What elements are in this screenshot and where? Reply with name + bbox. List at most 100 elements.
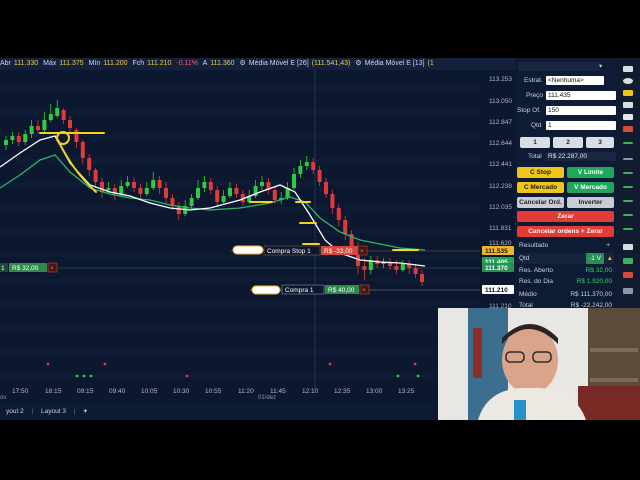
- min-label: Mín: [88, 60, 101, 67]
- channel-tool-icon[interactable]: [623, 214, 633, 216]
- a-value: 111.360: [210, 60, 235, 67]
- ma-icon[interactable]: ⚙: [239, 60, 245, 67]
- buy-market-button[interactable]: C Mercado: [517, 182, 564, 193]
- letter-a-icon[interactable]: [623, 114, 633, 120]
- candle-body: [413, 268, 418, 274]
- open-result-label: Res. Aberto: [519, 267, 553, 274]
- window-icon[interactable]: [623, 66, 633, 72]
- qty-input[interactable]: 1: [546, 121, 616, 130]
- add-layout-button[interactable]: +: [77, 403, 93, 420]
- ma-icon[interactable]: ⚙: [355, 60, 361, 67]
- candle-body: [157, 180, 162, 188]
- candle-body: [87, 158, 92, 170]
- candle-body: [176, 206, 181, 214]
- candle-body: [208, 182, 213, 190]
- qty-label: Qtd: [531, 122, 542, 129]
- buy-stop-button[interactable]: C Stop: [517, 167, 564, 178]
- price-axis: 113.253 113.050 112.847 112.644 112.441 …: [489, 76, 512, 310]
- chevron-down-icon[interactable]: ▾: [599, 61, 602, 72]
- total-value: R$ 22.287,00: [546, 152, 616, 161]
- price-tick: 112.847: [489, 119, 512, 126]
- ma13-label[interactable]: Média Móvel E [13]: [365, 60, 425, 67]
- clock-icon[interactable]: [623, 78, 633, 84]
- date-label: 01/dez: [258, 395, 277, 401]
- price-input[interactable]: 111.435: [546, 91, 616, 100]
- price-label: Preço: [526, 92, 543, 99]
- qty-2-button[interactable]: 2: [553, 137, 583, 148]
- ma26-label[interactable]: Média Móvel E [26]: [249, 60, 309, 67]
- a-label: A: [202, 60, 208, 67]
- text-tool-icon[interactable]: [623, 244, 633, 250]
- tab-separator: |: [73, 408, 76, 415]
- time-tick: 12:35: [334, 388, 351, 395]
- vline-tool-icon[interactable]: [623, 200, 633, 202]
- cancel-orders-button[interactable]: Cancelar Ord.: [517, 197, 564, 208]
- strategy-select[interactable]: <Nenhuma>: [546, 76, 604, 85]
- candle-body: [215, 190, 220, 202]
- asset-selector[interactable]: ▾: [517, 61, 614, 72]
- zerar-button[interactable]: Zerar: [517, 211, 614, 222]
- fibonacci-tool-icon[interactable]: [623, 228, 633, 230]
- candle-body: [292, 174, 296, 188]
- sell-limit-button[interactable]: V Limite: [567, 167, 614, 178]
- price-tick: 112.441: [489, 161, 512, 168]
- buy-order-label: Compra 1: [285, 287, 314, 294]
- current-price-tag: 111.370: [485, 265, 508, 272]
- stop-offset-input[interactable]: 150: [546, 106, 616, 115]
- day-result-value: R$ 1.920,00: [576, 278, 612, 285]
- price-tick: 113.253: [489, 76, 512, 83]
- time-axis: 17:50 18:15 09:15 09:40 10:05 10:30 10:5…: [12, 388, 415, 395]
- qty-1-button[interactable]: 1: [520, 137, 550, 148]
- arrow-down-icon[interactable]: [623, 272, 633, 278]
- candle-body: [36, 126, 40, 130]
- settings-icon[interactable]: [623, 102, 633, 108]
- total-label: Total: [528, 153, 542, 160]
- max-label: Máx: [43, 60, 57, 67]
- change-value: -0.11%: [176, 60, 199, 67]
- time-tick: 18:15: [45, 388, 62, 395]
- stop-order[interactable]: Compra Stop 1 R$ -33,00 ×: [232, 245, 368, 256]
- candle-body: [343, 220, 348, 234]
- qty-3-button[interactable]: 3: [586, 137, 614, 148]
- ruler-icon[interactable]: [623, 288, 633, 294]
- ray-tool-icon[interactable]: [623, 172, 633, 174]
- candle-body: [119, 186, 124, 194]
- result-title: Resultado: [519, 242, 549, 249]
- cancel-stop-icon[interactable]: ×: [360, 248, 364, 255]
- time-tick: 12:10: [302, 388, 319, 395]
- cancel-and-zerar-button[interactable]: Cancelar ordens + Zerar: [517, 226, 614, 237]
- pencil-icon[interactable]: [623, 142, 633, 144]
- tab-layout-3[interactable]: Layout 3: [35, 403, 72, 420]
- candle-body: [228, 188, 232, 196]
- plus-icon[interactable]: +: [606, 240, 610, 251]
- close-value: 111.210: [147, 60, 172, 67]
- position-order[interactable]: 1 R$ 32,00 ×: [0, 262, 58, 273]
- close-position-icon[interactable]: ×: [50, 265, 54, 272]
- time-tick: 10:05: [141, 388, 158, 395]
- cancel-buy-icon[interactable]: ×: [362, 287, 366, 294]
- open-label: Abr: [0, 60, 11, 67]
- star-icon[interactable]: [623, 90, 633, 96]
- invert-button[interactable]: Inverter: [567, 197, 614, 208]
- candle-body: [61, 110, 66, 120]
- buy-order[interactable]: Compra 1 R$ 40,00 ×: [251, 284, 370, 295]
- hline-tool-icon[interactable]: [623, 186, 633, 188]
- strategy-label: Estrat.: [524, 77, 543, 84]
- time-tick: 13:25: [398, 388, 415, 395]
- line-tool-icon[interactable]: [623, 158, 633, 160]
- avg-price-value: R$ 111.370,00: [570, 291, 612, 298]
- candle-body: [336, 208, 341, 220]
- ma26-line: [0, 154, 426, 251]
- position-qty: 1: [1, 265, 5, 272]
- tab-layout-2[interactable]: yout 2: [0, 403, 30, 420]
- record-icon[interactable]: [623, 126, 633, 132]
- time-tick: 10:55: [205, 388, 222, 395]
- time-tick: 11:20: [238, 388, 254, 395]
- sell-market-button[interactable]: V Mercado: [567, 182, 614, 193]
- min-value: 111.200: [103, 60, 128, 67]
- candle-body: [311, 162, 316, 170]
- arrow-up-icon[interactable]: [623, 258, 633, 264]
- candle-body: [400, 264, 405, 270]
- candle-body: [260, 182, 264, 186]
- candle-body: [93, 170, 98, 182]
